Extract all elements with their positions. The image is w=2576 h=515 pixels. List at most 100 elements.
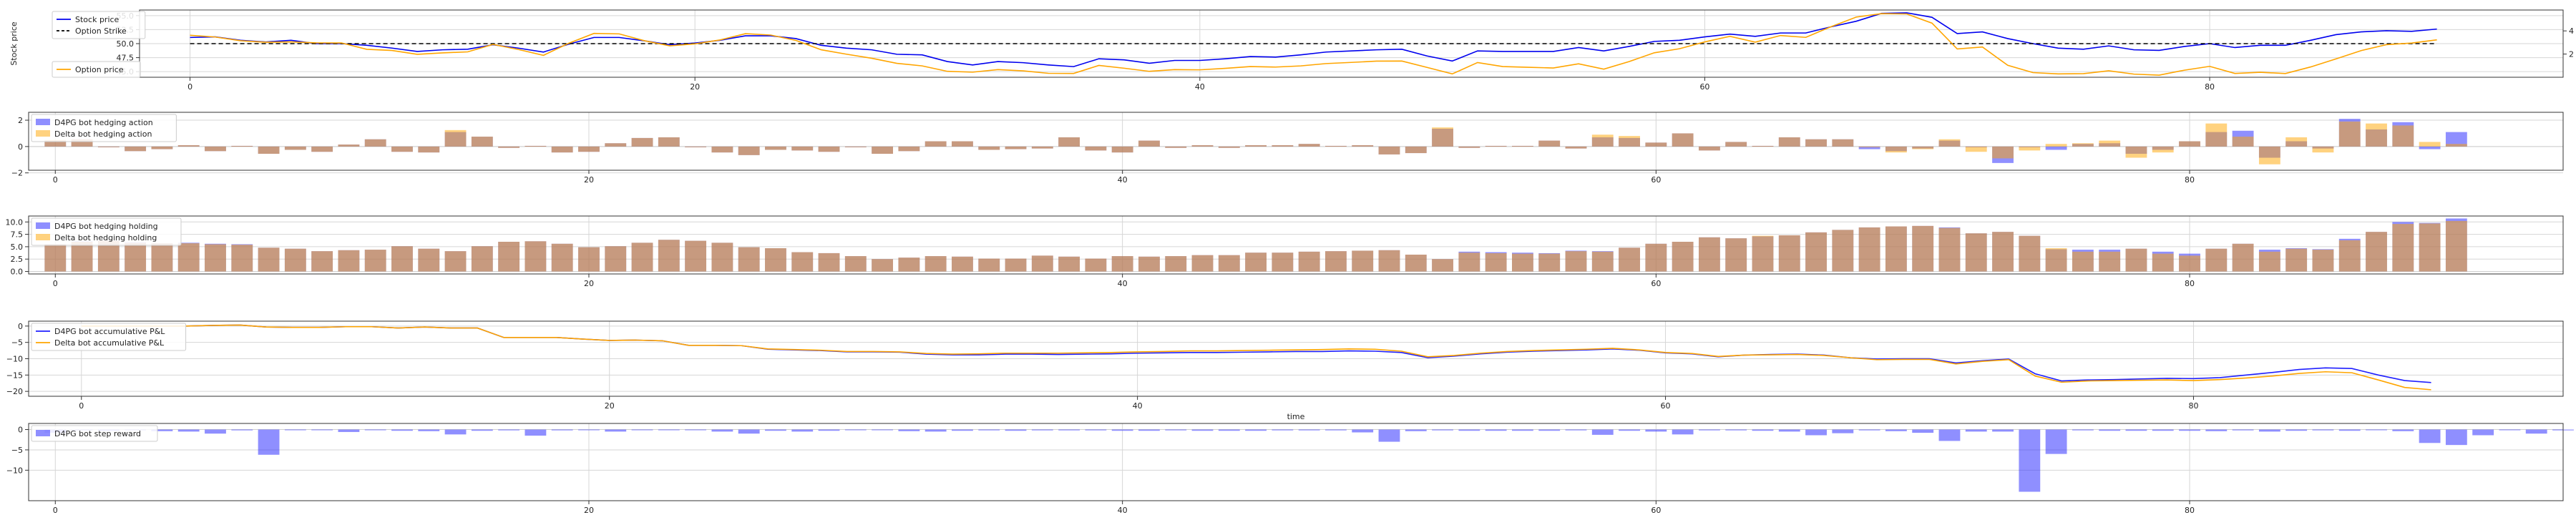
bar-delta [1672,242,1694,272]
bar-d4pg [1965,429,1987,432]
bar-delta [498,242,520,272]
bar-delta [284,146,306,150]
y-tick-label: −5 [11,338,23,348]
bar-delta [1858,227,1880,272]
bar-delta [872,146,894,154]
y-tick-label: 10.0 [6,217,24,227]
bar-delta [364,250,386,272]
x-tick-label: 0 [53,175,58,185]
bar-d4pg [418,429,440,431]
y-axis-label: Stock price [9,21,19,66]
bar-delta [525,241,547,272]
x-axis-label: time [1287,412,1305,421]
bar-delta [2312,250,2334,272]
bar-d4pg [1672,429,1694,435]
bar-d4pg [1352,429,1374,433]
bar-d4pg [631,429,653,431]
bar-delta [1218,146,1240,148]
bar-d4pg [1245,429,1267,431]
bar-delta [631,137,653,147]
bar-delta [1805,139,1827,147]
bar-delta [818,252,840,272]
y-tick-label: −20 [6,387,23,396]
bar-delta [1698,237,1720,272]
bar-delta [1111,256,1133,272]
bar-delta [2285,137,2308,147]
bar-d4pg [1272,429,1294,431]
bar-delta [2366,232,2387,272]
bar-d4pg [898,429,920,431]
bar-delta [2125,146,2147,158]
legend-label: Option Strike [75,26,127,36]
bar-delta [2338,121,2361,147]
bar-delta [1645,142,1667,147]
bar-delta [1591,251,1614,272]
bar-delta [738,146,760,155]
bar-delta [364,139,386,147]
stock-price-line [190,12,2437,67]
bar-d4pg [231,429,253,431]
bar-delta [1938,227,1961,272]
bar-delta [1111,146,1133,153]
x-tick-label: 80 [2188,401,2198,411]
bar-d4pg [1938,429,1961,441]
bar-delta [738,247,760,272]
bar-delta [2392,125,2414,147]
bar-delta [898,258,920,272]
legend-swatch [36,119,50,125]
x-tick-label: 60 [1661,401,1671,411]
bar-d4pg [818,429,840,431]
bar-delta [605,246,627,272]
bar-d4pg [284,429,306,431]
bar-delta [2099,251,2121,272]
bar-d4pg [1138,429,1160,431]
bar-d4pg [1619,429,1640,431]
x-tick-label: 0 [79,401,84,411]
x-tick-label: 20 [690,82,700,92]
bar-delta [2152,146,2174,153]
bar-d4pg [2419,146,2441,149]
bar-d4pg [1031,429,1053,431]
bar-delta [952,256,973,272]
figure: 24Option priceStock price02040608045.047… [6,9,2576,515]
bar-delta [1512,253,1533,272]
bar-delta [1378,146,1400,154]
bar-delta [231,245,253,272]
bar-delta [924,256,947,272]
bar-delta [2445,220,2467,272]
bar-d4pg [1778,429,1800,432]
x-tick-label: 40 [1195,82,1205,92]
x-tick-label: 40 [1118,175,1128,185]
bar-d4pg [2392,429,2414,431]
bar-delta [2205,248,2228,272]
x-tick-label: 40 [1118,279,1128,288]
bar-delta [125,242,147,272]
bar-d4pg [2366,429,2387,431]
bar-d4pg [391,429,413,431]
bar-delta [658,137,680,147]
bar-delta [2232,137,2254,147]
bar-delta [1458,146,1480,148]
bar-d4pg [1298,429,1320,431]
panel-pnl: 0 20 40 60 80 0 −5 −10 −15 −20 time D4PG bot accumu… [6,320,2564,421]
bar-d4pg [924,429,947,432]
bar-delta [658,240,680,272]
x-tick-label: 40 [1118,506,1128,515]
bar-d4pg [1832,429,1854,433]
bar-delta [685,240,707,272]
x-tick-label: 20 [584,279,594,288]
bar-delta [1352,145,1374,147]
y-tick-label: −15 [6,371,23,380]
bar-delta [338,250,360,272]
bar-d4pg [738,429,760,434]
bar-delta [1938,139,1961,147]
bar-d4pg [2445,429,2467,446]
bar-d4pg [2045,429,2067,454]
panel-holding: 0 20 40 60 80 0.0 2.5 5.0 7.5 10.0 D4PG bot hedgin… [6,215,2564,288]
bar-delta [605,143,627,147]
legend-swatch [36,430,50,436]
bar-delta [1965,146,1987,152]
bar-delta [791,252,814,272]
bar-d4pg [2472,429,2494,436]
bar-d4pg [2152,429,2174,431]
